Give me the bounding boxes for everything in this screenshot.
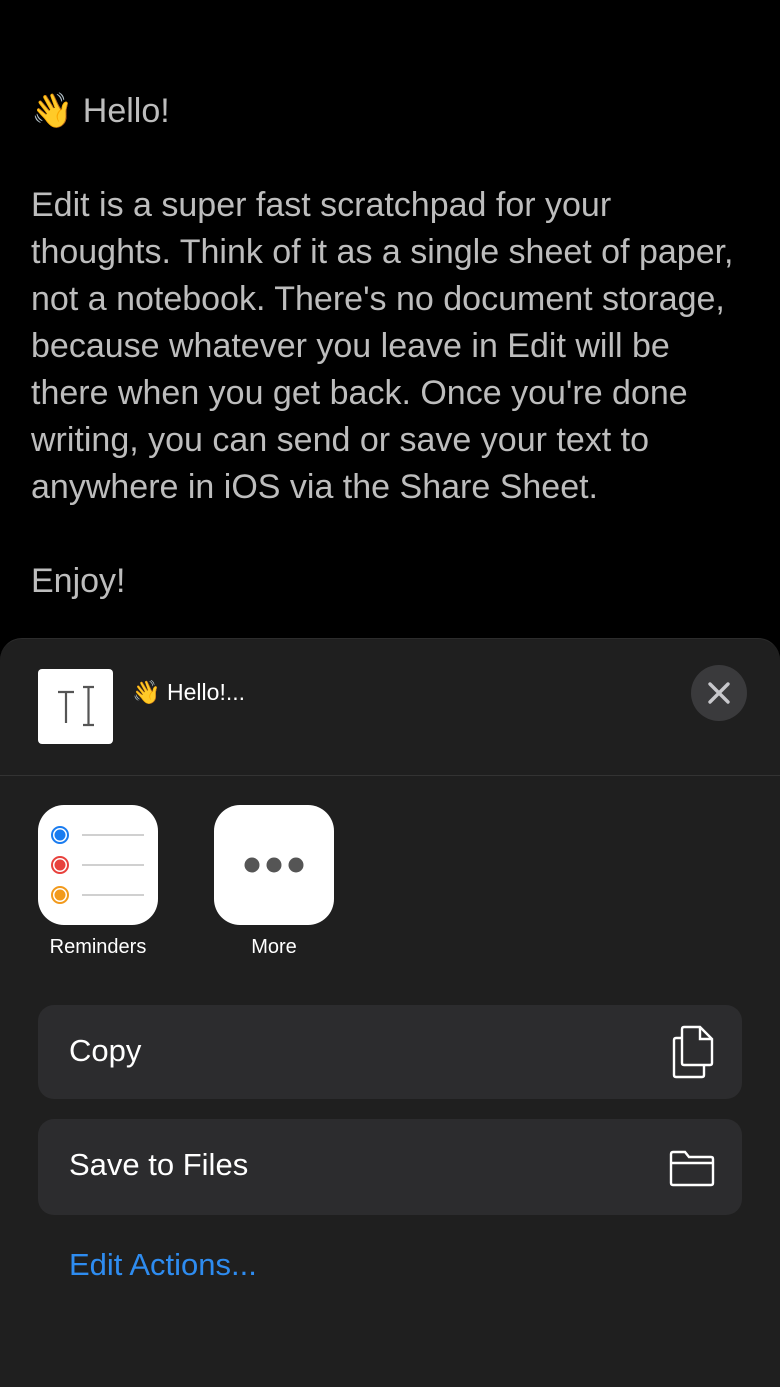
close-icon — [708, 682, 730, 704]
edit-actions-link[interactable]: Edit Actions... — [69, 1247, 257, 1283]
app-reminders[interactable]: Reminders — [38, 805, 158, 959]
close-button[interactable] — [691, 665, 747, 721]
share-preview-title: 👋 Hello!... — [132, 679, 246, 705]
copy-icon — [670, 1025, 716, 1084]
editor-text-area[interactable]: 👋 Hello! Edit is a super fast scratchpad… — [31, 88, 756, 605]
text-document-icon — [38, 669, 113, 744]
save-to-files-label: Save to Files — [69, 1147, 249, 1182]
editor-body: Edit is a super fast scratchpad for your… — [31, 186, 734, 506]
share-sheet: 👋 Hello!... Reminders More Copy Save to … — [0, 638, 780, 1387]
editor-greeting: 👋 Hello! — [31, 92, 170, 130]
app-label-more: More — [251, 936, 297, 958]
app-more[interactable]: More — [214, 805, 334, 959]
copy-label: Copy — [69, 1033, 142, 1068]
save-to-files-button[interactable]: Save to Files — [38, 1119, 742, 1215]
folder-icon — [668, 1149, 716, 1192]
screen: 👋 Hello! Edit is a super fast scratchpad… — [0, 0, 780, 1387]
share-sheet-header: 👋 Hello!... — [0, 639, 780, 776]
app-label-reminders: Reminders — [49, 936, 147, 958]
reminders-icon — [38, 805, 158, 925]
editor-closing: Enjoy! — [31, 562, 126, 600]
more-icon — [214, 805, 334, 925]
copy-button[interactable]: Copy — [38, 1005, 742, 1099]
share-apps-row: Reminders More — [0, 805, 780, 965]
